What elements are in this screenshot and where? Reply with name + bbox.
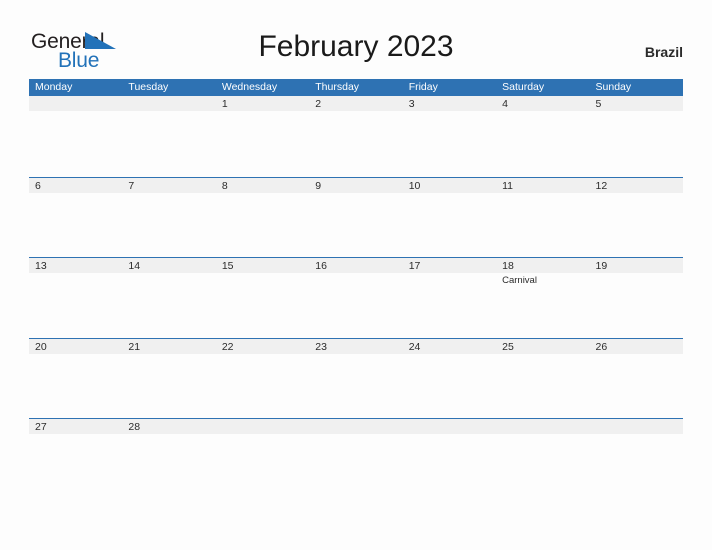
day-cell[interactable]: 16 [309,258,402,338]
weekday-header-friday: Friday [408,81,438,93]
weekday-header-tuesday: Tuesday [128,81,169,93]
day-number: 14 [128,260,141,272]
week-cells: 27 28 [29,419,683,499]
day-cell[interactable]: 13 [29,258,122,338]
day-number: 26 [595,340,608,353]
day-number: 6 [35,179,41,192]
day-cell[interactable]: 19 [590,258,683,338]
weekday-header-sunday: Sunday [595,81,632,93]
calendar-grid: Monday Tuesday Wednesday Thursday Friday… [29,79,683,499]
weekday-header-wednesday: Wednesday [221,81,278,93]
day-cell-empty [496,419,589,499]
day-number: 27 [35,421,47,433]
day-cell[interactable]: 9 [309,178,402,258]
day-cell[interactable]: 27 [29,419,122,499]
day-cell-empty [309,419,402,499]
day-cell[interactable]: 24 [403,339,496,419]
day-number: 21 [128,340,141,353]
day-number: 18 [502,260,514,272]
day-cell[interactable]: 22 [216,339,309,419]
day-cell[interactable]: 18 Carnival [496,258,589,338]
day-number: 22 [221,340,234,353]
calendar-week-row: 1 2 3 4 5 [29,96,683,177]
day-cell[interactable]: 5 [590,96,683,177]
weekday-header-saturday: Saturday [502,81,545,93]
day-cell[interactable]: 10 [403,178,496,258]
day-number: 17 [408,260,421,272]
calendar-week-row: 27 28 [29,418,683,499]
day-number: 9 [315,179,322,192]
day-cell[interactable]: 20 [29,339,122,419]
weekday-header-thursday: Thursday [315,81,360,93]
day-cell-empty [403,419,496,499]
day-number: 16 [315,260,327,272]
day-number: 3 [408,98,415,110]
day-number: 15 [221,260,234,272]
day-cell[interactable]: 11 [496,178,589,258]
day-number: 13 [35,260,47,272]
day-cell-empty [590,419,683,499]
week-cells: 6 7 8 9 10 11 12 [29,178,683,258]
calendar-week-row: 13 14 15 16 17 18 Carnival 19 [29,257,683,338]
day-cell[interactable]: 1 [216,96,309,177]
page-header: General Blue February 2023 Brazil [0,0,712,78]
day-number: 11 [502,179,514,192]
day-cell-empty [122,96,215,177]
day-number: 20 [35,340,47,353]
day-cell[interactable]: 25 [496,339,589,419]
day-cell[interactable]: 3 [403,96,496,177]
weekday-header-row: Monday Tuesday Wednesday Thursday Friday… [29,79,683,96]
day-cell[interactable]: 28 [122,419,215,499]
calendar-page: General Blue February 2023 Brazil Monday… [0,0,712,550]
day-cell-empty [216,419,309,499]
day-number: 12 [595,179,608,192]
day-number: 5 [595,98,602,110]
day-cell[interactable]: 21 [122,339,215,419]
day-cell[interactable]: 7 [122,178,215,258]
day-cell[interactable]: 12 [590,178,683,258]
day-number: 23 [315,340,327,353]
calendar-week-row: 6 7 8 9 10 11 12 [29,176,683,258]
week-cells: 13 14 15 16 17 18 Carnival 19 [29,258,683,338]
day-cell[interactable]: 15 [216,258,309,338]
day-cell[interactable]: 2 [309,96,402,177]
week-cells: 20 21 22 23 24 25 26 [29,339,683,419]
day-cell[interactable]: 26 [590,339,683,419]
day-cell-empty [29,96,122,177]
day-number: 1 [221,98,228,110]
day-number: 4 [502,98,508,110]
calendar-weeks: 1 2 3 4 5 6 7 8 9 10 11 12 13 14 15 16 17 18 Carnival 19 20 2… [29,96,683,499]
day-number: 25 [502,340,514,353]
calendar-week-row: 20 21 22 23 24 25 26 [29,337,683,419]
day-number: 10 [408,179,421,192]
week-cells: 1 2 3 4 5 [29,96,683,177]
day-cell[interactable]: 14 [122,258,215,338]
day-number: 28 [128,421,141,433]
day-number: 2 [315,98,322,110]
day-events: Carnival [502,275,589,287]
day-cell[interactable]: 23 [309,339,402,419]
day-cell[interactable]: 17 [403,258,496,338]
day-cell[interactable]: 6 [29,178,122,258]
day-cell[interactable]: 4 [496,96,589,177]
country-label: Brazil [644,44,683,60]
holiday-event: Carnival [502,275,537,286]
day-number: 7 [128,179,135,192]
day-number: 24 [408,340,421,353]
page-title: February 2023 [258,30,454,63]
day-cell[interactable]: 8 [216,178,309,258]
day-number: 19 [595,260,608,272]
weekday-header-monday: Monday [35,81,73,93]
day-number: 8 [221,179,228,192]
